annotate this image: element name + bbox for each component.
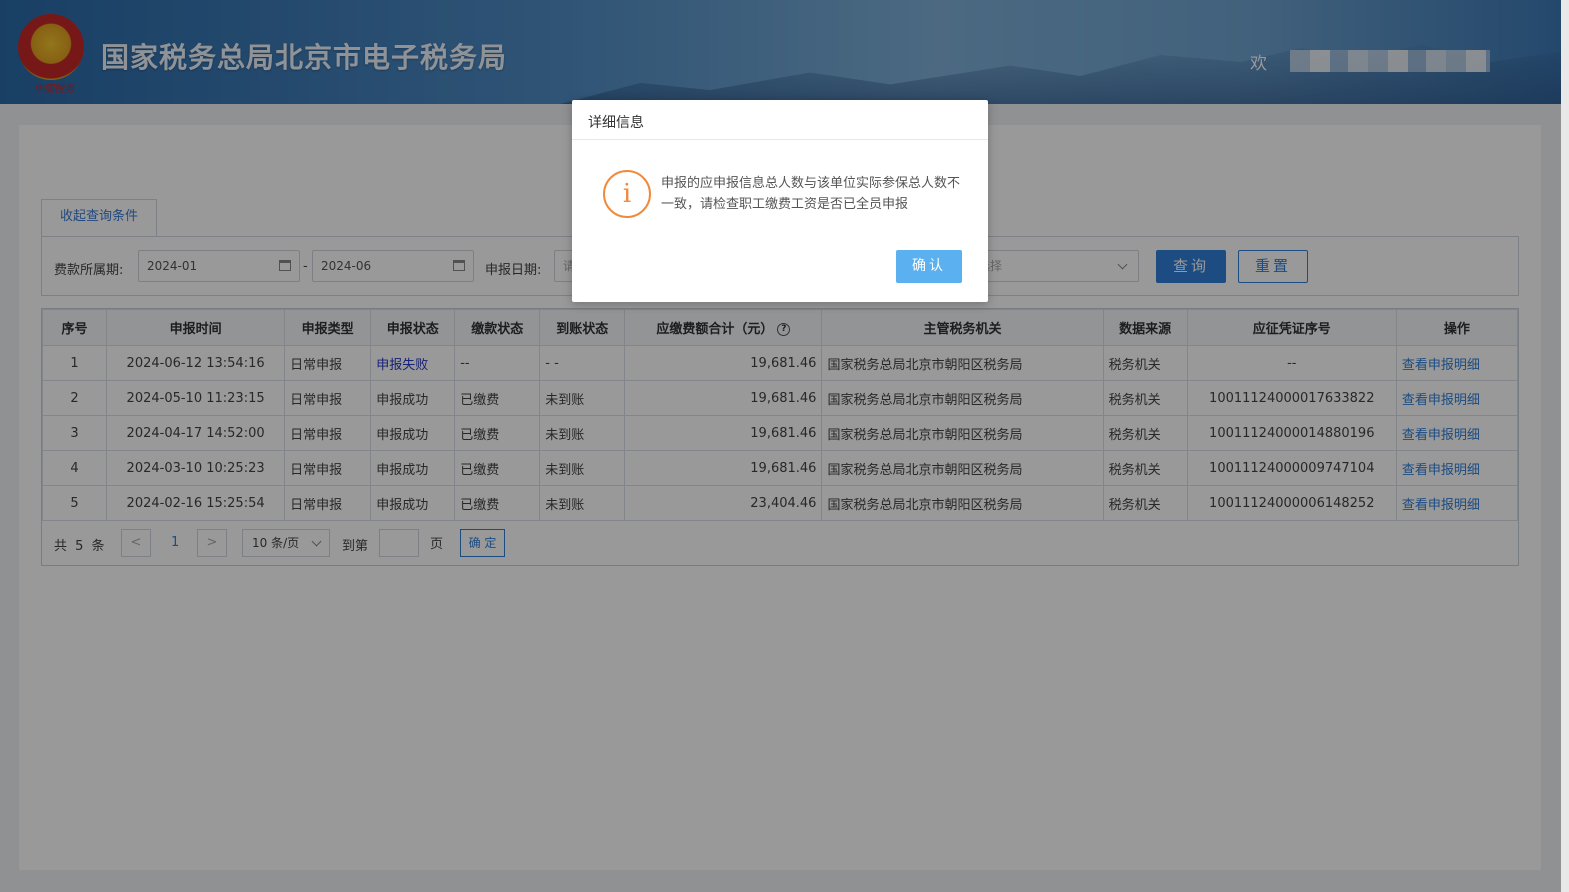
confirm-button[interactable]: 确认 [896,250,962,283]
info-warning-icon: i [603,170,651,218]
dialog-title: 详细信息 [572,100,988,140]
page-scrollbar[interactable] [1561,0,1569,892]
detail-info-dialog: 详细信息 i 申报的应申报信息总人数与该单位实际参保总人数不一致，请检查职工缴费… [572,100,988,302]
dialog-message: 申报的应申报信息总人数与该单位实际参保总人数不一致，请检查职工缴费工资是否已全员… [661,176,961,212]
